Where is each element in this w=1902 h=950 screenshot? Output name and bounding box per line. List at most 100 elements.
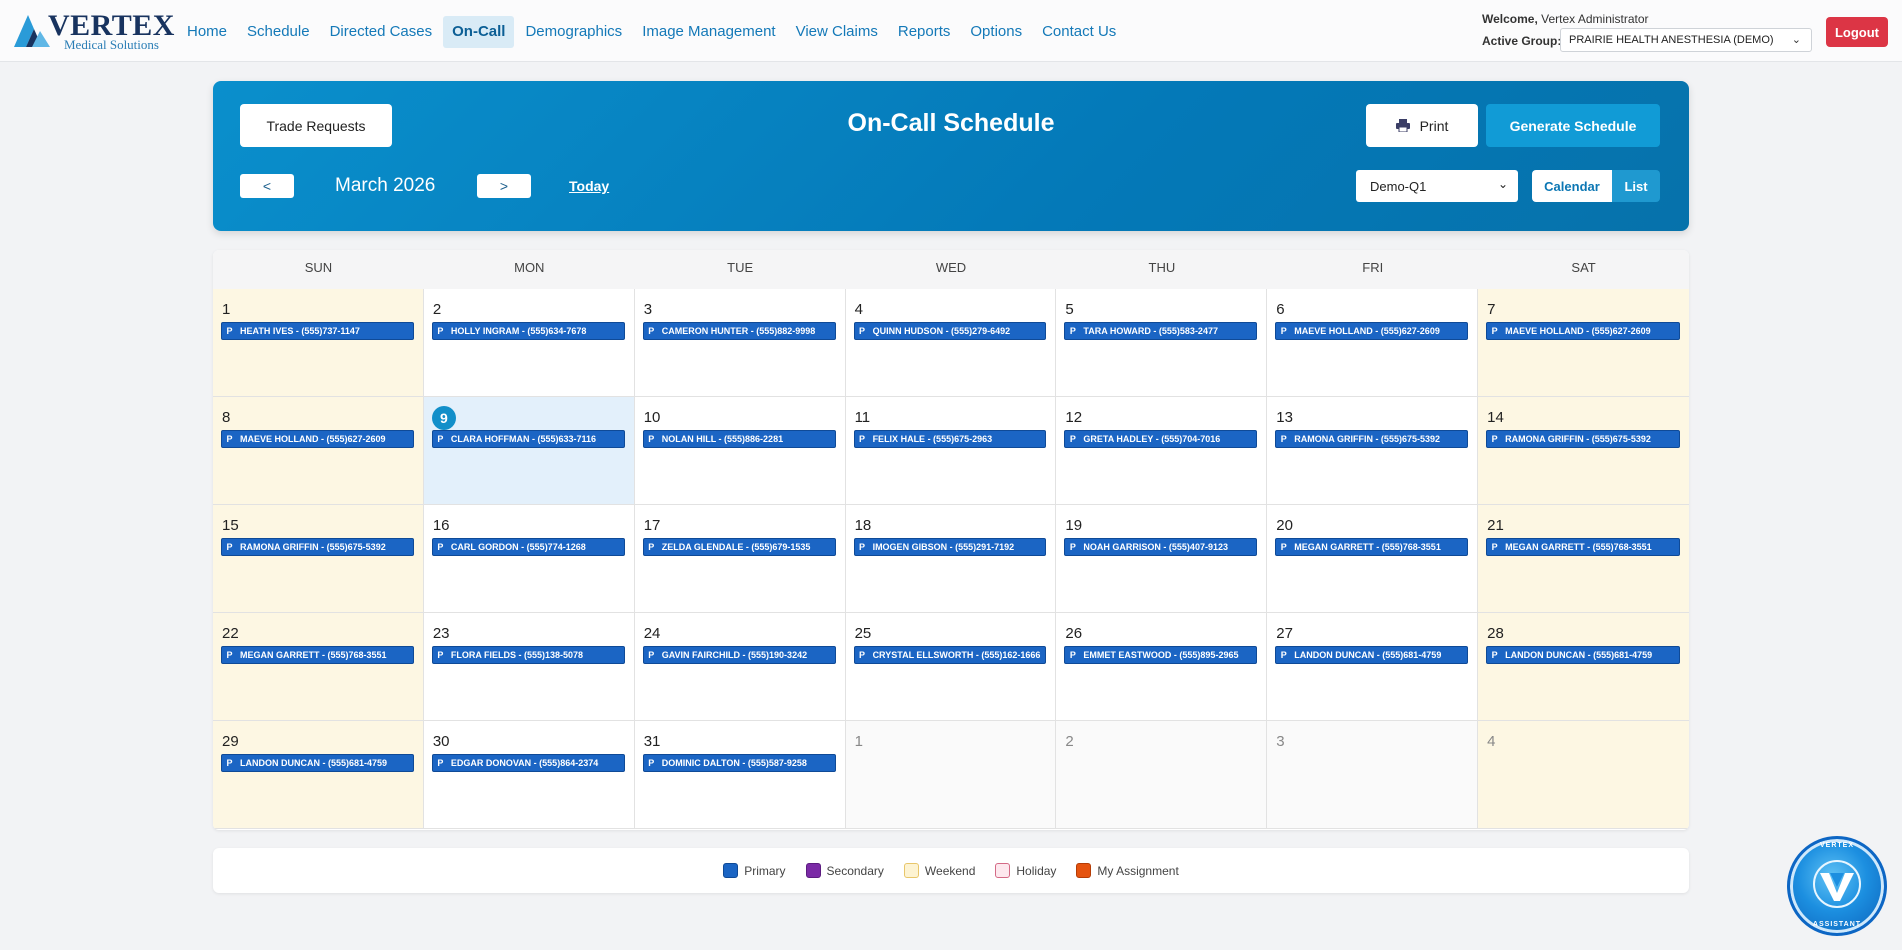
calendar-day[interactable]: 1 P HEATH IVES - (555)737-1147 xyxy=(213,289,424,397)
calendar-day[interactable]: 22 P MEGAN GARRETT - (555)768-3551 xyxy=(213,613,424,721)
calendar-day[interactable]: 9 P CLARA HOFFMAN - (555)633-7116 xyxy=(423,397,635,505)
on-call-event[interactable]: P EDGAR DONOVAN - (555)864-2374 xyxy=(431,754,625,772)
calendar-day[interactable]: 23 P FLORA FIELDS - (555)138-5078 xyxy=(423,613,635,721)
on-call-event[interactable]: P MAEVE HOLLAND - (555)627-2609 xyxy=(1275,322,1469,340)
calendar-day[interactable]: 11 P FELIX HALE - (555)675-2963 xyxy=(845,397,1057,505)
nav-image-management[interactable]: Image Management xyxy=(633,16,784,48)
on-call-event[interactable]: P HOLLY INGRAM - (555)634-7678 xyxy=(431,322,625,340)
calendar-day[interactable]: 3 P CAMERON HUNTER - (555)882-9998 xyxy=(634,289,846,397)
calendar-day[interactable]: 4 P QUINN HUDSON - (555)279-6492 xyxy=(845,289,1057,397)
calendar-day[interactable]: 29 P LANDON DUNCAN - (555)681-4759 xyxy=(213,721,424,829)
calendar-day[interactable]: 16 P CARL GORDON - (555)774-1268 xyxy=(423,505,635,613)
nav-view-claims[interactable]: View Claims xyxy=(787,16,887,48)
calendar-day[interactable]: 6 P MAEVE HOLLAND - (555)627-2609 xyxy=(1267,289,1479,397)
assistant-button[interactable]: VERTEX ASSISTANT xyxy=(1787,836,1887,936)
on-call-event[interactable]: P MEGAN GARRETT - (555)768-3551 xyxy=(1275,538,1469,556)
event-label: LANDON DUNCAN - (555)681-4759 xyxy=(1294,650,1442,660)
nav-on-call[interactable]: On-Call xyxy=(443,16,515,48)
nav-schedule[interactable]: Schedule xyxy=(238,16,319,48)
calendar-day[interactable]: 2 P HOLLY INGRAM - (555)634-7678 xyxy=(423,289,635,397)
nav-options[interactable]: Options xyxy=(961,16,1031,48)
calendar-day[interactable]: 15 P RAMONA GRIFFIN - (555)675-5392 xyxy=(213,505,424,613)
primary-tag: P xyxy=(437,650,444,660)
calendar-day[interactable]: 8 P MAEVE HOLLAND - (555)627-2609 xyxy=(213,397,424,505)
calendar-day[interactable]: 20 P MEGAN GARRETT - (555)768-3551 xyxy=(1267,505,1479,613)
on-call-event[interactable]: P CARL GORDON - (555)774-1268 xyxy=(431,538,625,556)
calendar-day[interactable]: 26 P EMMET EASTWOOD - (555)895-2965 xyxy=(1056,613,1268,721)
calendar-day[interactable]: 28 P LANDON DUNCAN - (555)681-4759 xyxy=(1478,613,1689,721)
calendar-day[interactable]: 27 P LANDON DUNCAN - (555)681-4759 xyxy=(1267,613,1479,721)
primary-tag: P xyxy=(1280,434,1287,444)
event-label: EDGAR DONOVAN - (555)864-2374 xyxy=(450,758,599,768)
active-group-select[interactable]: PRAIRIE HEALTH ANESTHESIA (DEMO) ⌄ xyxy=(1560,28,1812,52)
calendar-day[interactable]: 14 P RAMONA GRIFFIN - (555)675-5392 xyxy=(1478,397,1689,505)
event-label: MAEVE HOLLAND - (555)627-2609 xyxy=(240,434,386,444)
calendar-day[interactable]: 31 P DOMINIC DALTON - (555)587-9258 xyxy=(634,721,846,829)
calendar-day[interactable]: 17 P ZELDA GLENDALE - (555)679-1535 xyxy=(634,505,846,613)
list-view-button[interactable]: List xyxy=(1612,170,1660,202)
on-call-event[interactable]: P ZELDA GLENDALE - (555)679-1535 xyxy=(642,538,836,556)
on-call-event[interactable]: P LANDON DUNCAN - (555)681-4759 xyxy=(1275,646,1469,664)
on-call-event[interactable]: P LANDON DUNCAN - (555)681-4759 xyxy=(221,754,414,772)
on-call-event[interactable]: P DOMINIC DALTON - (555)587-9258 xyxy=(642,754,836,772)
on-call-event[interactable]: P QUINN HUDSON - (555)279-6492 xyxy=(853,322,1047,340)
today-link[interactable]: Today xyxy=(569,178,609,194)
calendar-day[interactable]: 3 xyxy=(1267,721,1479,829)
calendar-day[interactable]: 18 P IMOGEN GIBSON - (555)291-7192 xyxy=(845,505,1057,613)
nav-home[interactable]: Home xyxy=(178,16,236,48)
nav-directed-cases[interactable]: Directed Cases xyxy=(321,16,442,48)
on-call-event[interactable]: P RAMONA GRIFFIN - (555)675-5392 xyxy=(1275,430,1469,448)
next-month-button[interactable]: > xyxy=(477,174,531,198)
calendar-day[interactable]: 25 P CRYSTAL ELLSWORTH - (555)162-1666 xyxy=(845,613,1057,721)
calendar-day[interactable]: 2 xyxy=(1056,721,1268,829)
calendar-day[interactable]: 5 P TARA HOWARD - (555)583-2477 xyxy=(1056,289,1268,397)
logout-button[interactable]: Logout xyxy=(1826,17,1888,47)
on-call-event[interactable]: P MEGAN GARRETT - (555)768-3551 xyxy=(221,646,414,664)
on-call-event[interactable]: P MAEVE HOLLAND - (555)627-2609 xyxy=(221,430,414,448)
prev-month-button[interactable]: < xyxy=(240,174,294,198)
calendar-day[interactable]: 12 P GRETA HADLEY - (555)704-7016 xyxy=(1056,397,1268,505)
on-call-event[interactable]: P FLORA FIELDS - (555)138-5078 xyxy=(431,646,625,664)
on-call-event[interactable]: P LANDON DUNCAN - (555)681-4759 xyxy=(1486,646,1680,664)
primary-tag: P xyxy=(1069,650,1076,660)
print-button[interactable]: Print xyxy=(1366,104,1478,147)
nav-reports[interactable]: Reports xyxy=(889,16,960,48)
event-label: ZELDA GLENDALE - (555)679-1535 xyxy=(661,542,811,552)
primary-tag: P xyxy=(226,326,233,336)
on-call-event[interactable]: P HEATH IVES - (555)737-1147 xyxy=(221,322,414,340)
nav-demographics[interactable]: Demographics xyxy=(516,16,631,48)
on-call-event[interactable]: P MAEVE HOLLAND - (555)627-2609 xyxy=(1486,322,1680,340)
on-call-event[interactable]: P CLARA HOFFMAN - (555)633-7116 xyxy=(431,430,625,448)
calendar-day[interactable]: 1 xyxy=(845,721,1057,829)
on-call-event[interactable]: P RAMONA GRIFFIN - (555)675-5392 xyxy=(1486,430,1680,448)
on-call-event[interactable]: P NOLAN HILL - (555)886-2281 xyxy=(642,430,836,448)
generate-schedule-button[interactable]: Generate Schedule xyxy=(1486,104,1660,147)
on-call-event[interactable]: P RAMONA GRIFFIN - (555)675-5392 xyxy=(221,538,414,556)
vertex-logo[interactable]: VERTEX Medical Solutions xyxy=(12,9,174,52)
calendar-view-button[interactable]: Calendar xyxy=(1532,170,1612,202)
nav-contact-us[interactable]: Contact Us xyxy=(1033,16,1125,48)
on-call-event[interactable]: P GAVIN FAIRCHILD - (555)190-3242 xyxy=(642,646,836,664)
schedule-select[interactable]: Demo-Q1 ⌄ xyxy=(1356,170,1518,202)
calendar-day[interactable]: 30 P EDGAR DONOVAN - (555)864-2374 xyxy=(423,721,635,829)
calendar-day[interactable]: 13 P RAMONA GRIFFIN - (555)675-5392 xyxy=(1267,397,1479,505)
on-call-event[interactable]: P CAMERON HUNTER - (555)882-9998 xyxy=(642,322,836,340)
calendar-day[interactable]: 4 xyxy=(1478,721,1689,829)
calendar-day[interactable]: 19 P NOAH GARRISON - (555)407-9123 xyxy=(1056,505,1268,613)
on-call-event[interactable]: P EMMET EASTWOOD - (555)895-2965 xyxy=(1064,646,1258,664)
calendar-day[interactable]: 10 P NOLAN HILL - (555)886-2281 xyxy=(634,397,846,505)
on-call-event[interactable]: P GRETA HADLEY - (555)704-7016 xyxy=(1064,430,1258,448)
day-number: 23 xyxy=(432,625,450,642)
event-label: FLORA FIELDS - (555)138-5078 xyxy=(450,650,584,660)
day-number: 1 xyxy=(222,301,231,318)
on-call-event[interactable]: P CRYSTAL ELLSWORTH - (555)162-1666 xyxy=(853,646,1047,664)
on-call-event[interactable]: P NOAH GARRISON - (555)407-9123 xyxy=(1064,538,1258,556)
on-call-event[interactable]: P FELIX HALE - (555)675-2963 xyxy=(853,430,1047,448)
calendar-day[interactable]: 21 P MEGAN GARRETT - (555)768-3551 xyxy=(1478,505,1689,613)
on-call-event[interactable]: P IMOGEN GIBSON - (555)291-7192 xyxy=(853,538,1047,556)
on-call-event[interactable]: P MEGAN GARRETT - (555)768-3551 xyxy=(1486,538,1680,556)
day-number: 3 xyxy=(643,301,653,318)
calendar-day[interactable]: 7 P MAEVE HOLLAND - (555)627-2609 xyxy=(1478,289,1689,397)
on-call-event[interactable]: P TARA HOWARD - (555)583-2477 xyxy=(1064,322,1258,340)
calendar-day[interactable]: 24 P GAVIN FAIRCHILD - (555)190-3242 xyxy=(634,613,846,721)
